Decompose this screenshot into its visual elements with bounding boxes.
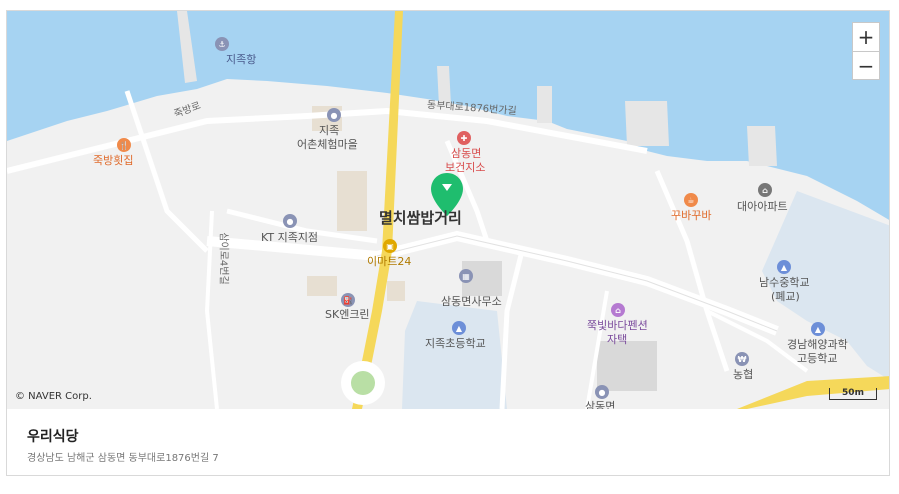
scale-bar: 50m <box>829 388 877 400</box>
label-school[interactable]: 지족초등학교 <box>425 337 486 350</box>
middle-school-icon[interactable]: ▲ <box>777 260 791 274</box>
label-gyeongnam-1[interactable]: 경남해양과학 <box>787 338 848 351</box>
pension-icon[interactable]: ⌂ <box>611 303 625 317</box>
zoom-control: + − <box>852 22 880 80</box>
label-nh[interactable]: 농협 <box>733 368 753 381</box>
selected-place-label[interactable]: 멸치쌈밥거리 <box>379 207 462 228</box>
label-emart[interactable]: 이마트24 <box>367 255 411 268</box>
label-pension-1[interactable]: 쭉빛바다펜션 <box>587 319 648 332</box>
place-address: 경상남도 남해군 삼동면 동부대로1876번길 7 <box>27 453 219 464</box>
label-jijok-village-2[interactable]: 어촌체험마을 <box>297 138 358 151</box>
restaurant-icon[interactable]: 🍴 <box>117 138 131 152</box>
road-samilro: 삼이로4번길 <box>217 232 229 285</box>
label-health-2[interactable]: 보건지소 <box>445 161 485 174</box>
label-pension-2[interactable]: 자택 <box>607 333 627 346</box>
convenience-store-icon[interactable]: ▣ <box>383 239 397 253</box>
place-name[interactable]: 우리식당 <box>27 426 79 446</box>
label-daea[interactable]: 대아아파트 <box>737 200 788 213</box>
office-icon[interactable]: ▦ <box>459 269 473 283</box>
cafe-icon[interactable]: ☕ <box>684 193 698 207</box>
label-kt[interactable]: KT 지족지점 <box>261 231 318 244</box>
label-health-1[interactable]: 삼동면 <box>451 147 481 160</box>
zoom-out-button[interactable]: − <box>853 51 879 80</box>
high-school-icon[interactable]: ▲ <box>811 322 825 336</box>
health-center-icon[interactable]: ✚ <box>457 131 471 145</box>
place-info: 우리식당 경상남도 남해군 삼동면 동부대로1876번길 7 <box>7 409 889 475</box>
apartment-icon[interactable]: ⌂ <box>758 183 772 197</box>
label-office[interactable]: 삼동면사무소 <box>441 295 502 308</box>
map-view[interactable]: ⚓ ● 🍴 ✚ ● ▣ ⛽ ▦ ▲ ⌂ ☕ ⌂ ▲ ▲ ₩ ● 지족항 죽방로 … <box>7 11 889 409</box>
port-icon[interactable]: ⚓ <box>215 37 229 51</box>
village-icon[interactable]: ● <box>327 108 341 122</box>
label-jijokhang[interactable]: 지족항 <box>226 53 256 66</box>
map-card: ⚓ ● 🍴 ✚ ● ▣ ⛽ ▦ ▲ ⌂ ☕ ⌂ ▲ ▲ ₩ ● 지족항 죽방로 … <box>6 10 890 476</box>
map-attribution: © NAVER Corp. <box>15 391 92 402</box>
label-gyeongnam-2[interactable]: 고등학교 <box>797 352 837 365</box>
telecom-icon[interactable]: ● <box>283 214 297 228</box>
label-jukbang[interactable]: 죽방횟집 <box>93 154 133 167</box>
label-jijok-village-1[interactable]: 지족 <box>319 124 339 137</box>
bank-icon[interactable]: ₩ <box>735 352 749 366</box>
school-icon[interactable]: ▲ <box>452 321 466 335</box>
label-sk[interactable]: SK엔크린 <box>325 308 370 321</box>
gas-station-icon[interactable]: ⛽ <box>341 293 355 307</box>
label-namsu-2[interactable]: (폐교) <box>771 290 800 303</box>
label-kkuba[interactable]: 꾸바꾸바 <box>671 209 711 222</box>
zoom-in-button[interactable]: + <box>853 23 879 51</box>
samdong-office-icon[interactable]: ● <box>595 385 609 399</box>
label-namsu-1[interactable]: 남수중학교 <box>759 276 810 289</box>
label-samdong-bottom[interactable]: 삼동면 <box>585 400 615 409</box>
